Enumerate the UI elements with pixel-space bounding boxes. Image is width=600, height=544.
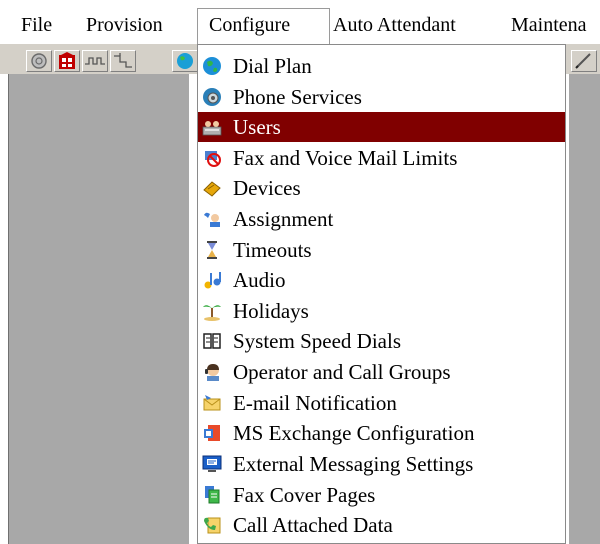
gear-globe-icon [203,88,221,106]
menu-item-ms-exchange-configuration[interactable]: MS Exchange Configuration [198,418,565,448]
globe-icon [177,53,193,69]
menu-item-label: Call Attached Data [233,513,393,537]
menu-item-external-messaging-settings[interactable]: External Messaging Settings [198,449,565,479]
graph-button[interactable] [110,50,136,72]
menu-item-timeouts[interactable]: Timeouts [198,235,565,265]
assignment-icon [204,212,220,227]
menu-item-operator-call-groups[interactable]: Operator and Call Groups [198,357,565,387]
email-icon [203,395,221,411]
call-data-icon [204,517,221,534]
menu-item-label: Operator and Call Groups [233,360,451,384]
menu-item-label: External Messaging Settings [233,452,474,476]
workspace-panel [8,74,189,544]
wave-button[interactable] [82,50,108,72]
menu-item-label: Fax Cover Pages [233,483,376,507]
hourglass-icon [207,241,217,259]
menu-item-holidays[interactable]: Holidays [198,296,565,326]
menu-item-email-notification[interactable]: E-mail Notification [198,388,565,418]
menu-item-label: Dial Plan [233,54,312,78]
monitor-icon [202,455,222,472]
pen-button[interactable] [571,50,597,72]
building-icon [59,52,75,69]
menu-item-label: Fax and Voice Mail Limits [233,146,458,170]
workspace-panel-right [569,74,600,544]
menu-item-label: System Speed Dials [233,329,401,353]
globe-button[interactable] [172,50,198,72]
devices-icon [203,181,221,197]
menu-item-assignment[interactable]: Assignment [198,204,565,234]
menu-item-label: Audio [233,268,286,292]
menu-item-dial-plan[interactable]: Dial Plan [198,51,565,81]
building-button[interactable] [54,50,80,72]
globe-icon [203,57,221,75]
users-icon [202,121,222,136]
exchange-icon [204,425,220,441]
menu-bar: File Provision Configure Auto Attendant … [0,0,600,45]
menu-item-users[interactable]: Users [198,112,565,142]
menu-item-label: Timeouts [233,238,312,262]
menu-item-system-speed-dials[interactable]: System Speed Dials [198,326,565,356]
menu-item-phone-services[interactable]: Phone Services [198,82,565,112]
menu-item-audio[interactable]: Audio [198,265,565,295]
menu-item-label: Users [233,115,281,139]
menu-item-label: E-mail Notification [233,391,397,415]
menu-item-label: Phone Services [233,85,362,109]
operator-icon [205,364,219,381]
graph-icon [114,53,132,68]
menu-maintenance[interactable]: Maintena [511,13,587,37]
wave-icon [85,57,105,65]
menu-item-fax-cover-pages[interactable]: Fax Cover Pages [198,480,565,510]
phone-button[interactable] [26,50,52,72]
menu-item-label: MS Exchange Configuration [233,421,475,445]
menu-file[interactable]: File [21,13,52,37]
menu-item-label: Holidays [233,299,309,323]
music-icon [204,272,221,289]
configure-dropdown-menu: Dial Plan Phone Services Users Fax and V… [197,44,566,544]
menu-item-label: Devices [233,176,301,200]
menu-auto-attendant[interactable]: Auto Attendant [333,13,456,37]
menu-configure[interactable]: Configure [209,13,290,37]
book-icon [203,333,221,349]
menu-provision[interactable]: Provision [86,13,163,37]
menu-item-fax-voice-mail-limits[interactable]: Fax and Voice Mail Limits [198,143,565,173]
menu-item-label: Assignment [233,207,334,231]
phone-icon [31,53,47,69]
fax-pages-icon [205,486,220,504]
pen-icon [575,53,591,69]
menu-item-call-attached-data[interactable]: Call Attached Data [198,510,565,540]
no-fax-icon [205,151,221,167]
menu-item-devices[interactable]: Devices [198,173,565,203]
palm-tree-icon [203,305,221,321]
